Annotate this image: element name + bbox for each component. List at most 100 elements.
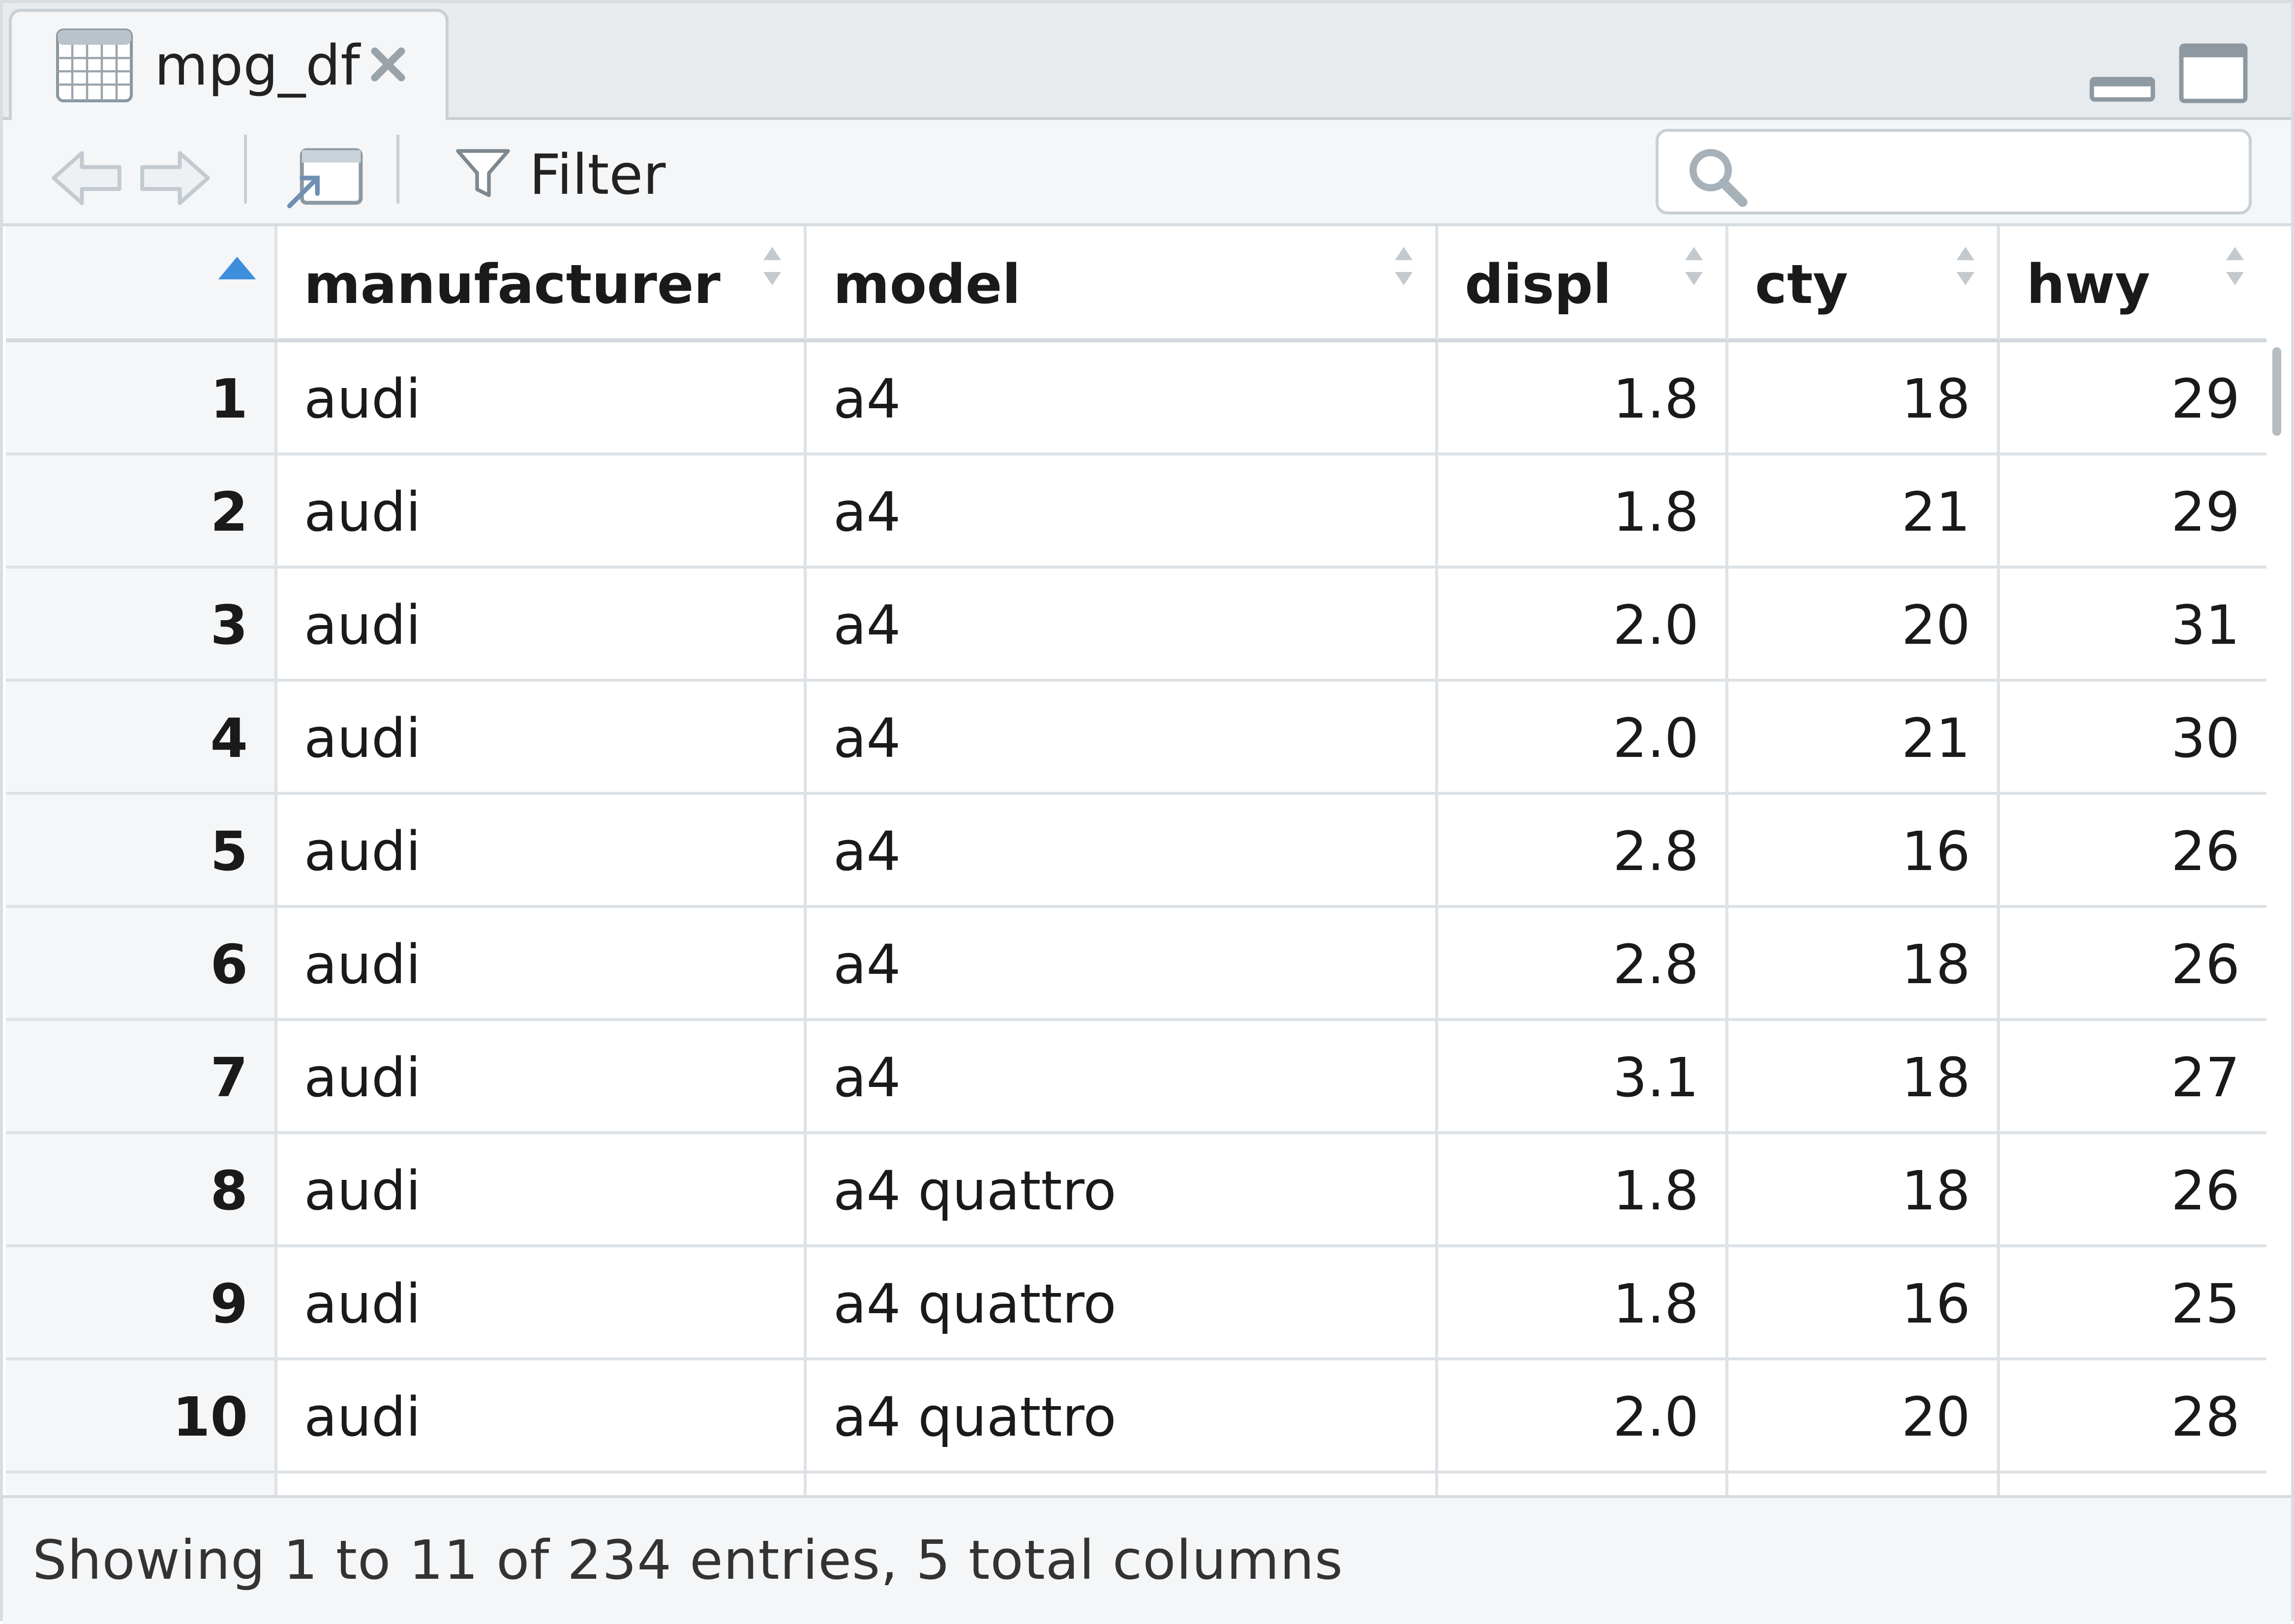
model-cell: a4 xyxy=(807,342,1438,455)
sort-arrows-icon xyxy=(2226,247,2244,285)
entries-status: Showing 1 to 11 of 234 entries, 5 total … xyxy=(32,1529,1343,1592)
maximize-pane-button[interactable] xyxy=(2177,41,2250,105)
displ-cell: 1.8 xyxy=(1438,1247,1728,1360)
column-header-displ[interactable]: displ xyxy=(1438,226,1728,342)
table-row[interactable] xyxy=(6,1474,2266,1495)
minimize-pane-button[interactable] xyxy=(2088,41,2156,105)
sort-ascending-icon xyxy=(218,257,256,279)
hwy-cell: 28 xyxy=(2000,1360,2266,1474)
table-row[interactable]: 7 audi a4 3.1 18 27 xyxy=(6,1021,2266,1134)
sort-arrows-icon xyxy=(1395,247,1413,285)
cty-cell: 21 xyxy=(1728,455,2000,569)
cty-cell: 20 xyxy=(1728,1360,2000,1474)
search-icon xyxy=(1689,149,1748,207)
hwy-cell xyxy=(2000,1474,2266,1495)
model-cell: a4 xyxy=(807,455,1438,569)
displ-cell: 1.8 xyxy=(1438,1134,1728,1247)
close-icon[interactable] xyxy=(366,42,410,87)
row-index-cell: 10 xyxy=(6,1360,277,1474)
column-header-label: hwy xyxy=(2026,253,2150,316)
model-cell: a4 xyxy=(807,569,1438,682)
cty-cell: 16 xyxy=(1728,1247,2000,1360)
model-cell: a4 xyxy=(807,795,1438,908)
column-header-hwy[interactable]: hwy xyxy=(2000,226,2266,342)
table-row[interactable]: 3 audi a4 2.0 20 31 xyxy=(6,569,2266,682)
displ-cell: 2.0 xyxy=(1438,569,1728,682)
filter-button[interactable]: Filter xyxy=(446,135,672,209)
column-header-cty[interactable]: cty xyxy=(1728,226,2000,342)
funnel-icon xyxy=(456,149,510,197)
back-arrow-icon[interactable] xyxy=(47,144,126,212)
table-row[interactable]: 8 audi a4 quattro 1.8 18 26 xyxy=(6,1134,2266,1247)
data-viewer-pane: mpg_df Filter manufacturer model displ c… xyxy=(0,0,2294,1624)
displ-cell: 2.8 xyxy=(1438,795,1728,908)
column-header-manufacturer[interactable]: manufacturer xyxy=(277,226,807,342)
viewer-toolbar: Filter xyxy=(3,120,2291,226)
table-row[interactable]: 10 audi a4 quattro 2.0 20 28 xyxy=(6,1360,2266,1474)
hwy-cell: 25 xyxy=(2000,1247,2266,1360)
sort-arrows-icon xyxy=(763,247,781,285)
model-cell: a4 quattro xyxy=(807,1360,1438,1474)
manufacturer-cell xyxy=(277,1474,807,1495)
column-header-label: displ xyxy=(1465,253,1612,316)
status-footer: Showing 1 to 11 of 234 entries, 5 total … xyxy=(3,1495,2291,1624)
table-icon xyxy=(56,29,133,102)
displ-cell: 1.8 xyxy=(1438,455,1728,569)
manufacturer-cell: audi xyxy=(277,569,807,682)
data-grid: manufacturer model displ cty hwy 1 audi a4… xyxy=(6,226,2266,1495)
row-index-cell: 2 xyxy=(6,455,277,569)
manufacturer-cell: audi xyxy=(277,455,807,569)
search-input[interactable] xyxy=(1656,129,2252,214)
model-cell xyxy=(807,1474,1438,1495)
displ-cell: 1.8 xyxy=(1438,342,1728,455)
sort-arrows-icon xyxy=(1685,247,1703,285)
row-index-cell xyxy=(6,1474,277,1495)
column-header-row-index[interactable] xyxy=(6,226,277,342)
sort-arrows-icon xyxy=(1957,247,1974,285)
row-index-cell: 4 xyxy=(6,682,277,795)
table-row[interactable]: 4 audi a4 2.0 21 30 xyxy=(6,682,2266,795)
tab-mpg-df[interactable]: mpg_df xyxy=(9,9,449,120)
manufacturer-cell: audi xyxy=(277,1360,807,1474)
displ-cell: 2.8 xyxy=(1438,908,1728,1021)
header-row: manufacturer model displ cty hwy xyxy=(6,226,2266,342)
row-index-cell: 1 xyxy=(6,342,277,455)
model-cell: a4 quattro xyxy=(807,1247,1438,1360)
row-index-cell: 3 xyxy=(6,569,277,682)
hwy-cell: 29 xyxy=(2000,455,2266,569)
filter-label: Filter xyxy=(529,143,666,207)
hwy-cell: 26 xyxy=(2000,908,2266,1021)
row-index-cell: 8 xyxy=(6,1134,277,1247)
row-index-cell: 9 xyxy=(6,1247,277,1360)
column-header-label: model xyxy=(833,253,1021,316)
toolbar-divider xyxy=(244,135,247,204)
table-row[interactable]: 2 audi a4 1.8 21 29 xyxy=(6,455,2266,569)
popout-window-icon[interactable] xyxy=(283,144,367,212)
row-index-cell: 7 xyxy=(6,1021,277,1134)
displ-cell xyxy=(1438,1474,1728,1495)
manufacturer-cell: audi xyxy=(277,795,807,908)
manufacturer-cell: audi xyxy=(277,1021,807,1134)
table-row[interactable]: 5 audi a4 2.8 16 26 xyxy=(6,795,2266,908)
tab-bar: mpg_df xyxy=(3,3,2291,120)
cty-cell: 18 xyxy=(1728,1134,2000,1247)
cty-cell xyxy=(1728,1474,2000,1495)
cty-cell: 18 xyxy=(1728,1021,2000,1134)
table-row[interactable]: 9 audi a4 quattro 1.8 16 25 xyxy=(6,1247,2266,1360)
hwy-cell: 26 xyxy=(2000,795,2266,908)
column-header-label: cty xyxy=(1755,253,1848,316)
table-row[interactable]: 6 audi a4 2.8 18 26 xyxy=(6,908,2266,1021)
table-row[interactable]: 1 audi a4 1.8 18 29 xyxy=(6,342,2266,455)
forward-arrow-icon[interactable] xyxy=(136,144,214,212)
cty-cell: 20 xyxy=(1728,569,2000,682)
hwy-cell: 26 xyxy=(2000,1134,2266,1247)
manufacturer-cell: audi xyxy=(277,908,807,1021)
cty-cell: 16 xyxy=(1728,795,2000,908)
cty-cell: 21 xyxy=(1728,682,2000,795)
vertical-scrollbar[interactable] xyxy=(2272,347,2281,436)
column-header-label: manufacturer xyxy=(304,253,721,316)
column-header-model[interactable]: model xyxy=(807,226,1438,342)
hwy-cell: 30 xyxy=(2000,682,2266,795)
displ-cell: 2.0 xyxy=(1438,682,1728,795)
displ-cell: 2.0 xyxy=(1438,1360,1728,1474)
